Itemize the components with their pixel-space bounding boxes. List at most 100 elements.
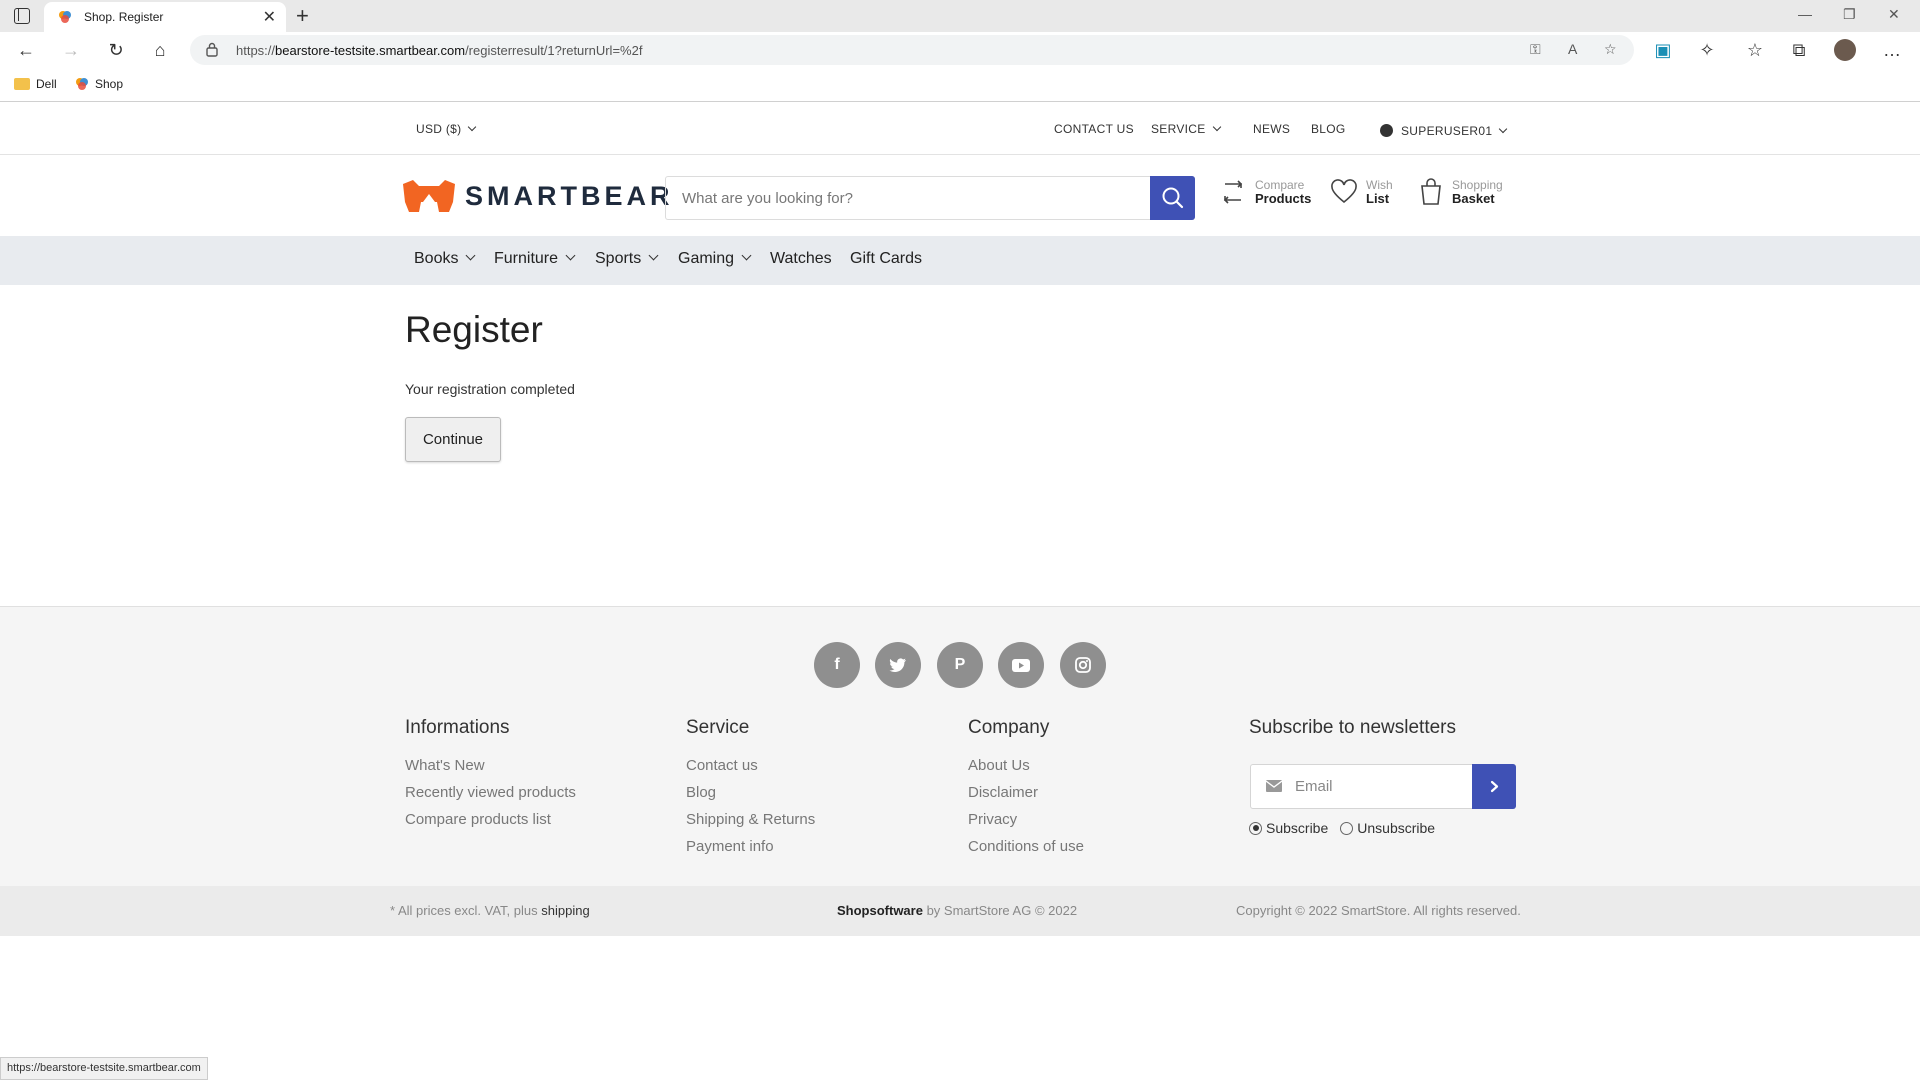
prices-note: * All prices excl. VAT, plus shipping [390, 903, 590, 918]
pinterest-icon[interactable]: P [937, 642, 983, 688]
tab-actions-icon[interactable] [14, 8, 30, 24]
newsletter-submit-button[interactable] [1472, 764, 1516, 809]
restore-icon[interactable]: ❐ [1843, 6, 1856, 23]
search-icon [1162, 187, 1184, 209]
youtube-icon[interactable] [998, 642, 1044, 688]
extension-icon[interactable]: ▣ [1653, 40, 1673, 60]
registration-message: Your registration completed [405, 381, 575, 397]
news-link[interactable]: NEWS [1253, 122, 1290, 136]
compare-products-link[interactable]: Compare Products [1219, 178, 1311, 206]
close-tab-icon[interactable]: ✕ [263, 7, 276, 27]
close-window-icon[interactable]: ✕ [1888, 6, 1900, 23]
bookmark-label: Dell [36, 77, 57, 91]
footer-link-privacy[interactable]: Privacy [968, 811, 1084, 828]
newsletter-email-input[interactable] [1295, 765, 1465, 808]
bookmarks-bar: Dell Shop [0, 68, 1920, 102]
currency-selector[interactable]: USD ($) [416, 122, 477, 136]
footer-link-shipping-returns[interactable]: Shipping & Returns [686, 811, 815, 828]
favorite-add-icon[interactable]: ☆ [1604, 41, 1617, 58]
category-watches[interactable]: Watches [770, 250, 832, 268]
continue-button[interactable]: Continue [405, 417, 501, 462]
footer-link-blog[interactable]: Blog [686, 784, 815, 801]
chevron-down-icon [741, 250, 752, 261]
read-aloud-icon[interactable]: A [1568, 41, 1577, 57]
forward-icon[interactable]: → [61, 40, 81, 60]
web-page: USD ($) CONTACT US SERVICE NEWS BLOG SUP… [0, 103, 1920, 1080]
footer-heading: Service [686, 717, 750, 738]
blog-link[interactable]: BLOG [1311, 122, 1346, 136]
search-button[interactable] [1150, 176, 1195, 220]
newsletter-form [1250, 764, 1516, 809]
site-footer: f P Informations What's New Recently vie… [0, 606, 1920, 886]
browser-tab-bar: Shop. Register ✕ + — ❐ ✕ [0, 0, 1920, 32]
key-icon[interactable]: ⚿ [1530, 41, 1541, 58]
new-tab-icon[interactable]: + [296, 3, 309, 29]
tab-title: Shop. Register [84, 10, 164, 24]
bookmark-dell[interactable]: Dell [14, 77, 57, 91]
compare-label-bottom: Products [1255, 191, 1312, 206]
bookmark-label: Shop [95, 77, 124, 91]
footer-link-whats-new[interactable]: What's New [405, 757, 576, 774]
wish-label-top: Wish [1366, 178, 1393, 192]
compare-icon [1223, 180, 1243, 204]
shipping-link[interactable]: shipping [541, 903, 589, 918]
footer-link-about-us[interactable]: About Us [968, 757, 1084, 774]
folder-icon [14, 78, 30, 90]
shopping-basket-link[interactable]: Shopping Basket [1418, 178, 1503, 206]
wish-list-link[interactable]: Wish List [1330, 178, 1393, 206]
url-text: https://bearstore-testsite.smartbear.com… [236, 43, 643, 58]
subscribe-radio[interactable] [1249, 821, 1262, 835]
chevron-down-icon [468, 122, 477, 132]
favorites-icon[interactable]: ☆ [1745, 40, 1765, 60]
user-icon [1380, 124, 1393, 137]
shop-favicon-icon [76, 78, 88, 90]
address-bar[interactable]: https://bearstore-testsite.smartbear.com… [190, 35, 1634, 65]
puzzle-icon[interactable]: ✧ [1697, 40, 1717, 60]
footer-link-recently-viewed[interactable]: Recently viewed products [405, 784, 576, 801]
search-input[interactable] [666, 177, 1150, 219]
chevron-down-icon [1212, 122, 1221, 132]
profile-avatar[interactable] [1834, 39, 1856, 61]
footer-link-payment-info[interactable]: Payment info [686, 838, 815, 855]
service-menu[interactable]: SERVICE [1151, 122, 1221, 136]
category-furniture[interactable]: Furniture [494, 250, 576, 268]
footer-heading: Company [968, 717, 1050, 738]
facebook-icon[interactable]: f [814, 642, 860, 688]
category-books[interactable]: Books [414, 250, 476, 268]
footer-link-compare-list[interactable]: Compare products list [405, 811, 576, 828]
reload-icon[interactable]: ↻ [106, 40, 126, 60]
footer-heading: Informations [405, 717, 510, 738]
category-gift-cards[interactable]: Gift Cards [850, 250, 922, 268]
smartbear-logo[interactable]: SMARTBEAR [403, 180, 674, 212]
basket-label-bottom: Basket [1452, 191, 1495, 206]
contact-us-link[interactable]: CONTACT US [1054, 122, 1134, 136]
shopsoftware-link[interactable]: Shopsoftware [837, 903, 923, 918]
twitter-icon[interactable] [875, 642, 921, 688]
chevron-down-icon [466, 250, 476, 261]
chevron-down-icon [648, 250, 659, 261]
envelope-icon [1266, 780, 1282, 792]
category-sports[interactable]: Sports [595, 250, 659, 268]
minimize-icon[interactable]: — [1798, 6, 1812, 22]
footer-link-conditions[interactable]: Conditions of use [968, 838, 1084, 855]
back-icon[interactable]: ← [16, 40, 36, 60]
more-icon[interactable]: … [1882, 40, 1902, 60]
bookmark-shop[interactable]: Shop [75, 77, 123, 91]
category-gaming[interactable]: Gaming [678, 250, 752, 268]
footer-link-contact-us[interactable]: Contact us [686, 757, 815, 774]
footer-company: Company About Us Disclaimer Privacy Cond… [968, 717, 1084, 865]
user-menu[interactable]: SUPERUSER01 [1380, 122, 1508, 138]
compare-label-top: Compare [1255, 178, 1305, 192]
footer-service: Service Contact us Blog Shipping & Retur… [686, 717, 815, 865]
page-title: Register [405, 309, 543, 350]
subscribe-label: Subscribe [1266, 820, 1329, 836]
home-icon[interactable]: ⌂ [150, 40, 170, 60]
footer-link-disclaimer[interactable]: Disclaimer [968, 784, 1084, 801]
lock-icon[interactable] [206, 42, 218, 57]
unsubscribe-radio[interactable] [1340, 821, 1354, 835]
footer-bottom-bar: * All prices excl. VAT, plus shipping Sh… [0, 886, 1920, 936]
collections-icon[interactable]: ⧉ [1789, 40, 1809, 60]
instagram-icon[interactable] [1060, 642, 1106, 688]
status-bar-url: https://bearstore-testsite.smartbear.com [0, 1057, 208, 1080]
browser-tab[interactable]: Shop. Register ✕ [44, 2, 286, 32]
